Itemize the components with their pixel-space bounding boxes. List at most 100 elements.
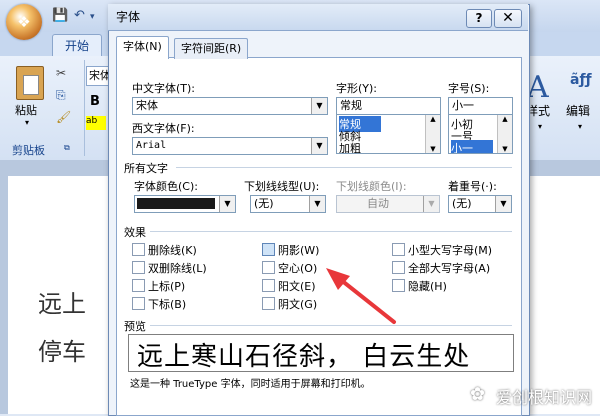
emphasis-mark-label: 着重号(·): <box>448 180 497 193</box>
underline-color-value: 自动 <box>367 197 389 210</box>
scroll-up-icon[interactable]: ▲ <box>498 115 512 123</box>
chevron-down-icon[interactable]: ▼ <box>309 196 325 212</box>
bold-button[interactable]: B <box>90 94 100 109</box>
underline-style-combo[interactable]: (无) ▼ <box>250 195 326 213</box>
clipboard-launcher-icon[interactable]: ⧉ <box>64 143 70 153</box>
divider <box>150 231 512 232</box>
chevron-down-icon[interactable]: ▼ <box>311 138 327 154</box>
chevron-down-icon[interactable]: ▼ <box>495 196 511 212</box>
styles-icon[interactable]: A <box>527 70 549 105</box>
emboss-label[interactable]: 阳文(E) <box>278 278 316 294</box>
outline-checkbox[interactable] <box>262 261 275 274</box>
editing-label[interactable]: 编辑 <box>566 102 590 119</box>
superscript-label[interactable]: 上标(P) <box>148 278 185 294</box>
all-caps-checkbox[interactable] <box>392 261 405 274</box>
cut-icon[interactable]: ✂ <box>56 66 66 80</box>
undo-dropdown-icon[interactable]: ▾ <box>90 12 95 22</box>
font-color-swatch <box>137 198 215 209</box>
document-line-1: 远上 <box>38 290 86 318</box>
styles-dropdown-icon[interactable]: ▾ <box>538 122 542 131</box>
paste-dropdown-icon[interactable]: ▾ <box>25 118 29 127</box>
undo-icon[interactable]: ↶ <box>74 8 85 23</box>
underline-color-label: 下划线颜色(I): <box>336 180 407 193</box>
chevron-down-icon: ▼ <box>423 196 439 212</box>
subscript-checkbox[interactable] <box>132 297 145 310</box>
scroll-up-icon[interactable]: ▲ <box>426 115 440 123</box>
document-line-2: 停车 <box>38 338 86 366</box>
dialog-title-bar[interactable] <box>108 4 528 31</box>
shadow-label[interactable]: 阴影(W) <box>278 242 319 258</box>
preview-section-label: 预览 <box>124 320 146 333</box>
strikethrough-label[interactable]: 删除线(K) <box>148 242 197 258</box>
double-strikethrough-checkbox[interactable] <box>132 261 145 274</box>
emphasis-mark-value: (无) <box>452 197 472 210</box>
scrollbar[interactable]: ▲ ▼ <box>497 115 512 153</box>
emphasis-mark-combo[interactable]: (无) ▼ <box>448 195 512 213</box>
paste-icon[interactable] <box>16 66 44 100</box>
small-caps-checkbox[interactable] <box>392 243 405 256</box>
highlight-icon[interactable]: ab <box>86 116 106 130</box>
divider <box>150 325 512 326</box>
shadow-checkbox[interactable] <box>262 243 275 256</box>
format-painter-icon[interactable]: 🖌 <box>56 110 71 124</box>
effects-section-label: 效果 <box>124 226 146 239</box>
font-style-list[interactable]: 常规 倾斜 加粗 ▲ ▼ <box>336 114 441 154</box>
office-button[interactable]: ❖ <box>6 4 42 40</box>
font-size-list[interactable]: 小初 一号 小一 ▲ ▼ <box>448 114 513 154</box>
double-strikethrough-label[interactable]: 双删除线(L) <box>148 260 207 276</box>
dialog-title: 字体 <box>116 10 141 24</box>
font-style-label: 字形(Y): <box>336 82 378 95</box>
help-button[interactable]: ? <box>466 9 492 28</box>
copy-icon[interactable]: ⎘ <box>56 88 66 103</box>
find-icon[interactable]: ãƒƒ <box>570 72 592 88</box>
chinese-font-combo[interactable]: 宋体 ▼ <box>132 97 328 115</box>
editing-dropdown-icon[interactable]: ▾ <box>578 122 582 131</box>
save-icon[interactable]: 💾 <box>52 8 68 23</box>
chinese-font-label: 中文字体(T): <box>132 82 196 95</box>
office-logo-icon: ❖ <box>17 13 31 31</box>
engrave-checkbox[interactable] <box>262 297 275 310</box>
western-font-label: 西文字体(F): <box>132 122 195 135</box>
watermark-text: 爱创根知识网 <box>496 388 593 407</box>
watermark-logo-icon: ✿ <box>470 384 486 405</box>
clipboard-group-label: 剪贴板 <box>12 144 45 157</box>
preview-box: 远上寒山石径斜， 白云生处 <box>128 334 514 372</box>
subscript-label[interactable]: 下标(B) <box>148 296 186 312</box>
hidden-checkbox[interactable] <box>392 279 405 292</box>
divider <box>176 167 512 168</box>
scrollbar[interactable]: ▲ ▼ <box>425 115 440 153</box>
outline-label[interactable]: 空心(O) <box>278 260 317 276</box>
underline-style-label: 下划线线型(U): <box>244 180 320 193</box>
underline-style-value: (无) <box>254 197 274 210</box>
font-color-label: 字体颜色(C): <box>134 180 198 193</box>
chinese-font-value: 宋体 <box>136 99 158 112</box>
font-size-label: 字号(S): <box>448 82 490 95</box>
font-size-input[interactable]: 小一 <box>448 97 513 115</box>
chevron-down-icon[interactable]: ▼ <box>219 196 235 212</box>
list-item[interactable]: 小一 <box>451 140 493 153</box>
western-font-value: Arial <box>136 140 167 151</box>
hidden-label[interactable]: 隐藏(H) <box>408 278 447 294</box>
tab-character-spacing[interactable]: 字符间距(R) <box>174 38 249 59</box>
font-color-combo[interactable]: ▼ <box>134 195 236 213</box>
all-caps-label[interactable]: 全部大写字母(A) <box>408 260 490 276</box>
all-text-section-label: 所有文字 <box>124 162 168 175</box>
superscript-checkbox[interactable] <box>132 279 145 292</box>
western-font-combo[interactable]: Arial ▼ <box>132 137 328 155</box>
chevron-down-icon[interactable]: ▼ <box>311 98 327 114</box>
scroll-down-icon[interactable]: ▼ <box>498 145 512 153</box>
font-style-input[interactable]: 常规 <box>336 97 441 115</box>
preview-note: 这是一种 TrueType 字体，同时适用于屏幕和打印机。 <box>130 379 371 390</box>
list-item[interactable]: 加粗 <box>339 140 361 153</box>
small-caps-label[interactable]: 小型大写字母(M) <box>408 242 492 258</box>
tab-start[interactable]: 开始 <box>52 34 102 57</box>
tab-font[interactable]: 字体(N) <box>116 36 169 59</box>
close-button[interactable]: ✕ <box>494 9 522 28</box>
emboss-checkbox[interactable] <box>262 279 275 292</box>
scroll-down-icon[interactable]: ▼ <box>426 145 440 153</box>
engrave-label[interactable]: 阴文(G) <box>278 296 317 312</box>
strikethrough-checkbox[interactable] <box>132 243 145 256</box>
underline-color-combo: 自动 ▼ <box>336 195 440 213</box>
paste-label[interactable]: 粘贴 <box>15 102 37 118</box>
preview-sample-text: 远上寒山石径斜， 白云生处 <box>137 342 471 372</box>
